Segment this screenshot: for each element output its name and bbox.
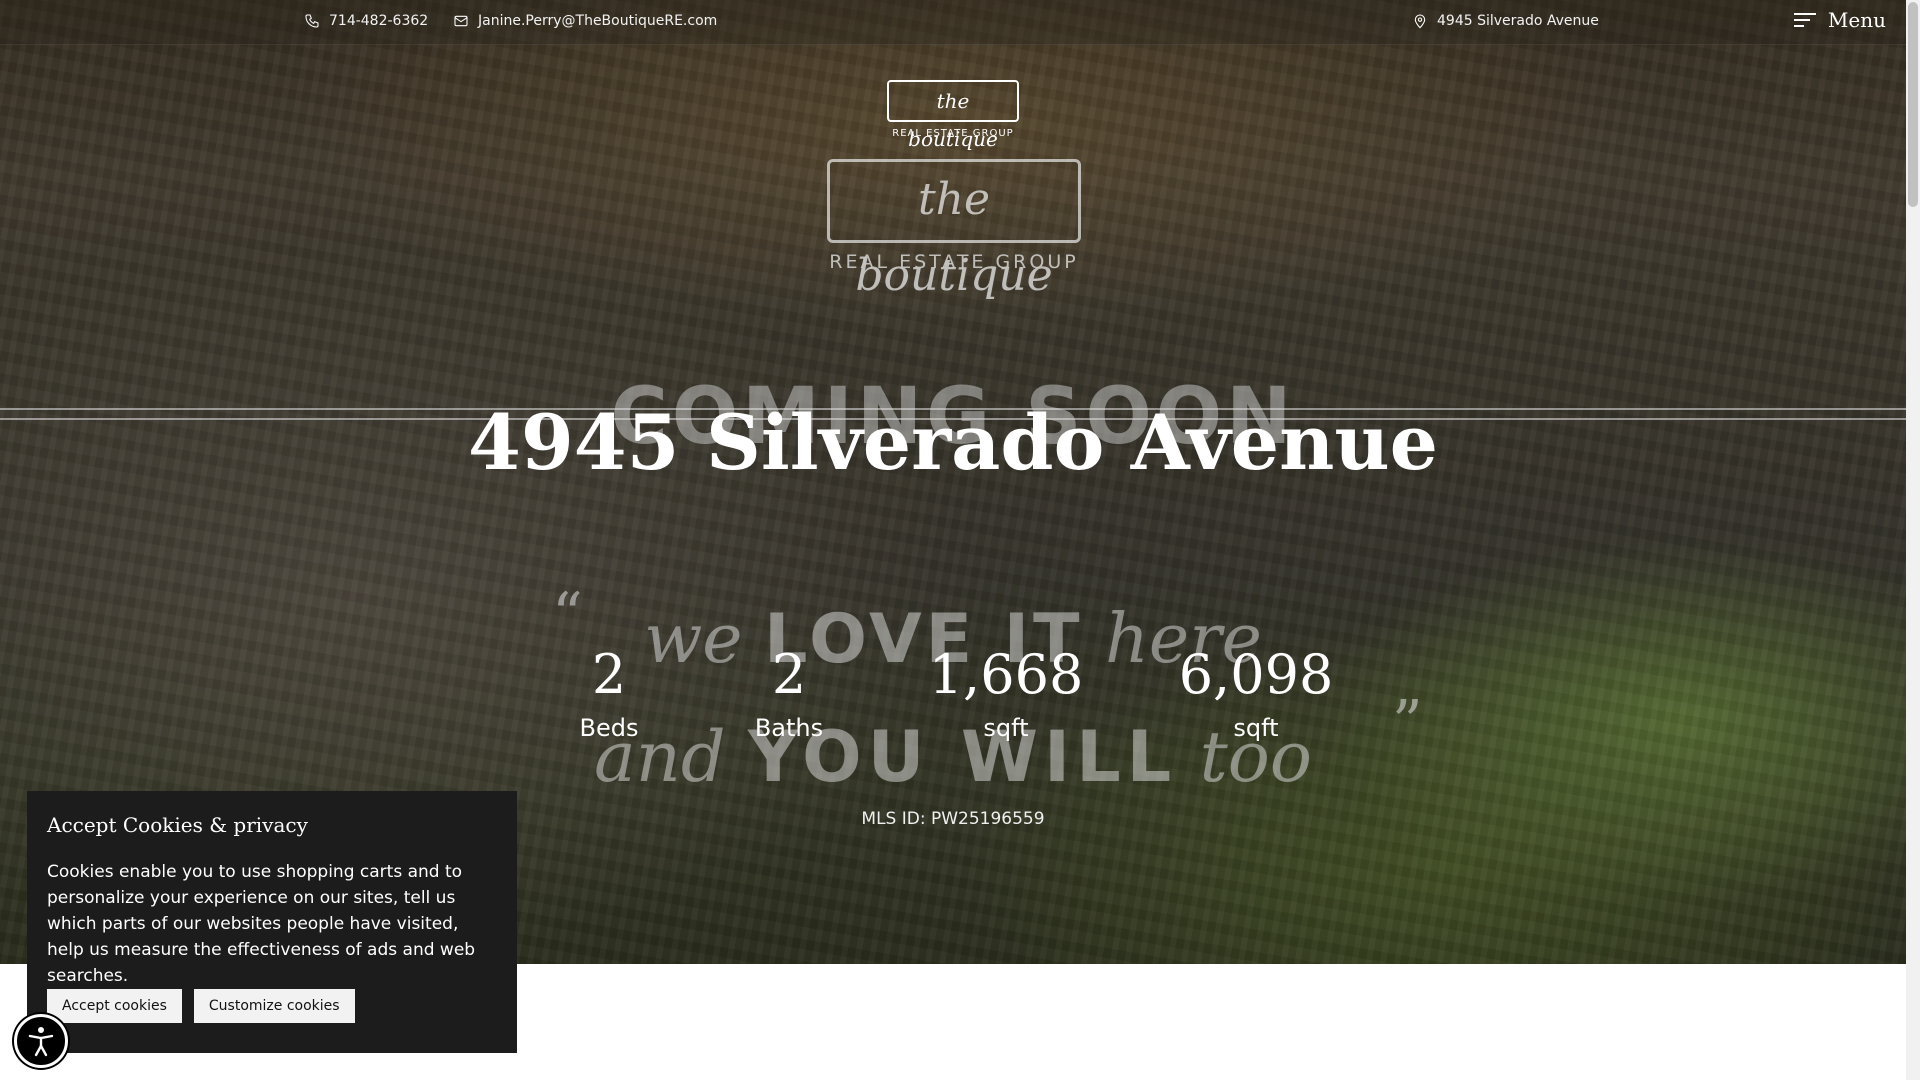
stat-value: 2 [771,643,807,706]
stat-label: sqft [983,714,1029,742]
stat-value: 2 [591,643,627,706]
cookie-text: Cookies enable you to use shopping carts… [47,862,476,986]
email-link[interactable]: Janine.Perry@TheBoutiqueRE.com [453,13,717,29]
stat-beds: 2 Beds [509,640,709,742]
phone-link[interactable]: 714-482-6362 [304,13,428,29]
address-text: 4945 Silverado Avenue [1437,13,1599,29]
stat-living-sqft: 1,668 sqft [906,640,1106,742]
stat-value: 6,098 [1178,643,1334,706]
accessibility-icon [28,1027,54,1057]
scrollbar-thumb[interactable] [1908,2,1918,207]
stat-label: Baths [754,714,824,742]
accessibility-button[interactable] [14,1014,68,1068]
cookie-buttons: Accept cookies Customize cookies [47,989,355,1023]
map-pin-icon [1414,14,1426,29]
listing-title: 4945 Silverado Avenue [468,398,1438,487]
hero-logo-name: the boutique [827,159,1081,301]
menu-button[interactable]: Menu [1793,8,1886,32]
phone-number: 714-482-6362 [329,13,429,29]
hamburger-menu-icon [1793,11,1816,29]
stat-value: 1,668 [928,643,1084,706]
accept-cookies-button[interactable]: Accept cookies [47,989,182,1023]
cookie-title: Accept Cookies & privacy [47,813,308,837]
stat-lot-sqft: 6,098 sqft [1156,640,1356,742]
logo-name: the boutique [887,80,1019,151]
stat-label: sqft [1233,714,1279,742]
stat-baths: 2 Baths [689,640,889,742]
top-bar: 714-482-6362 Janine.Perry@TheBoutiqueRE.… [0,0,1906,45]
cookie-banner: Accept Cookies & privacy Cookies enable … [27,791,517,1053]
quote-close: ” [1392,688,1423,758]
customize-cookies-button[interactable]: Customize cookies [193,989,355,1023]
phone-icon [305,14,319,28]
hero-logo-watermark: the boutique REAL ESTATE GROUP [827,159,1081,301]
site-logo[interactable]: the boutique REAL ESTATE GROUP [887,80,1019,151]
hero-logo-subtitle: REAL ESTATE GROUP [829,251,1079,273]
stat-label: Beds [579,714,639,742]
logo-subtitle: REAL ESTATE GROUP [892,128,1014,139]
menu-label: Menu [1827,8,1886,32]
email-address: Janine.Perry@TheBoutiqueRE.com [478,13,718,29]
address-link[interactable]: 4945 Silverado Avenue [1412,13,1599,29]
page-scrollbar[interactable] [1906,0,1920,1080]
mail-icon [454,15,468,27]
